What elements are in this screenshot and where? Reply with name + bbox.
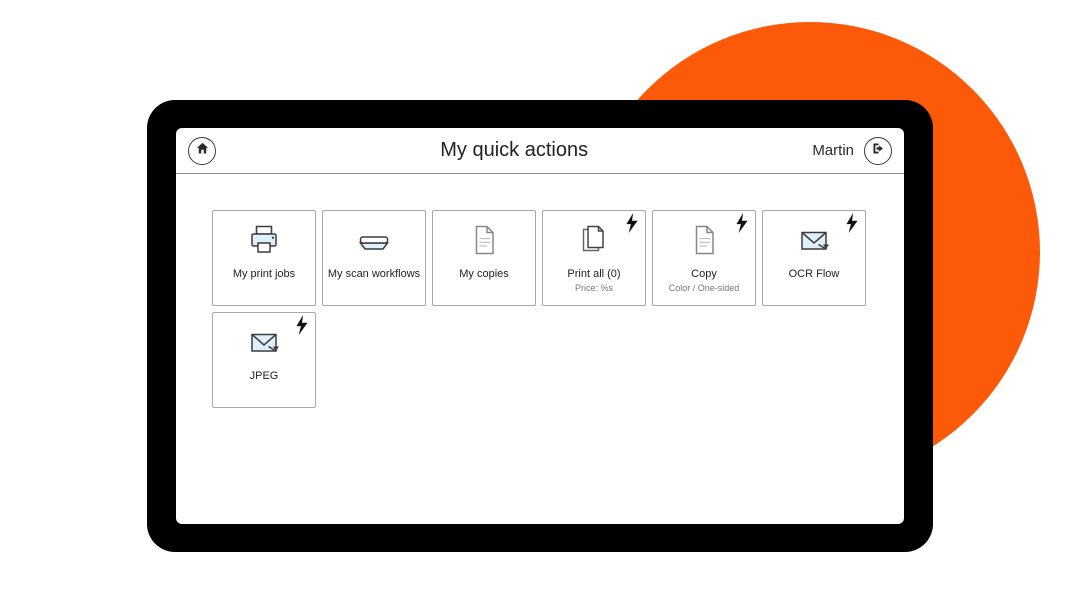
user-name: Martin [812,142,854,159]
printer-icon [217,219,311,261]
tile-label: My copies [459,267,509,281]
tile-my-copies[interactable]: My copies [432,210,536,306]
quick-actions-grid: My print jobs My scan workflows My copies P… [176,174,904,428]
tablet-frame: My quick actions Martin My print jobsMy … [147,100,933,552]
tile-label: JPEG [250,369,279,383]
tile-sublabel: Color / One-sided [669,283,740,294]
device-screen: My quick actions Martin My print jobsMy … [176,128,904,524]
tile-sublabel: Price: %s [575,283,613,294]
tile-label: Print all (0) [567,267,620,281]
lightning-bolt-icon [625,213,639,233]
lightning-bolt-icon [845,213,859,233]
tile-label: Copy [691,267,717,281]
tile-jpeg[interactable]: JPEG [212,312,316,408]
logout-button[interactable] [864,137,892,165]
tile-print-all[interactable]: Print all (0) Price: %s [542,210,646,306]
tile-label: My scan workflows [328,267,420,281]
tile-my-print-jobs[interactable]: My print jobs [212,210,316,306]
tile-copy[interactable]: Copy Color / One-sided [652,210,756,306]
home-button[interactable] [188,137,216,165]
page-title: My quick actions [216,139,812,162]
logout-icon [871,141,886,161]
topbar: My quick actions Martin [176,128,904,174]
tile-label: OCR Flow [789,267,840,281]
scanner-icon [327,219,421,261]
user-area: Martin [812,137,892,165]
home-icon [195,141,210,161]
lightning-bolt-icon [735,213,749,233]
tile-my-scan-workflows[interactable]: My scan workflows [322,210,426,306]
tile-label: My print jobs [233,267,295,281]
doc-icon [437,219,531,261]
tile-ocr-flow[interactable]: OCR Flow [762,210,866,306]
lightning-bolt-icon [295,315,309,335]
